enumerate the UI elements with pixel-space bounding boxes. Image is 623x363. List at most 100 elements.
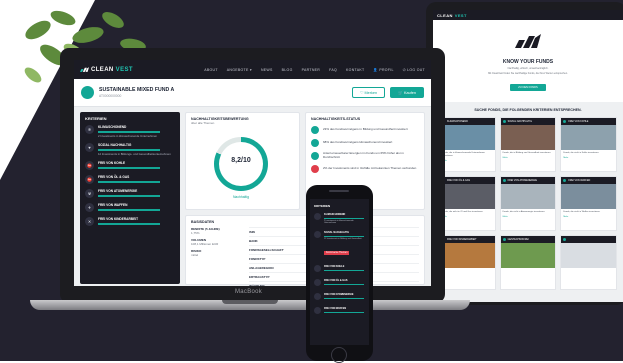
criterion-icon: ⛔ <box>85 175 94 184</box>
status-item: 68% des Fondsvermögens klimaschonend inv… <box>311 139 419 147</box>
rating-card: NACHHALTIGKEITSBEWERTUNG über alle Theme… <box>185 112 300 210</box>
phone-criterion[interactable]: FREI VON WAFFEN <box>314 307 365 315</box>
nav-item-kontakt[interactable]: KONTAKT <box>346 68 364 72</box>
criteria-dot-icon <box>502 238 506 241</box>
criteria-card[interactable]: FREI VON KINDERARBEIT <box>439 235 496 290</box>
nav-item-news[interactable]: NEWS <box>261 68 273 72</box>
phone-criterion-icon <box>314 213 321 220</box>
criterion-bar <box>98 223 160 225</box>
sidebar-item[interactable]: ☢ FREI VON ATOMENERGIE <box>85 189 175 198</box>
hero-subtitle: Nachhaltig, ethisch, umweltverträglich. <box>507 67 549 70</box>
criteria-card-more-link[interactable]: Mehr <box>561 216 616 218</box>
status-icon <box>311 126 319 134</box>
criteria-card-more-link[interactable]: Mehr <box>501 157 556 159</box>
phone-criterion-bar <box>324 283 364 286</box>
criterion-name: FREI VON KOHLE <box>98 161 126 165</box>
criteria-dot-icon <box>502 120 506 123</box>
criteria-card[interactable]: FREI VON ÖL & GAS Fonds, die nicht in Öl … <box>439 176 496 231</box>
criteria-card-header <box>561 236 616 243</box>
criteria-card-text: Fonds, die nicht in Kohle investieren. <box>563 152 600 154</box>
criteria-section: SUCHE FONDS, DIE FOLGENDEN KRITERIEN ENT… <box>433 102 623 302</box>
criterion-icon: ✕ <box>85 217 94 226</box>
nav-item-angebote[interactable]: ANGEBOTE ▾ <box>227 68 252 72</box>
phone-speaker <box>329 190 349 192</box>
criterion-bar <box>98 131 160 133</box>
nav-item-faq[interactable]: FAQ <box>329 68 337 72</box>
criterion-bar <box>98 209 160 211</box>
criteria-dot-icon <box>563 120 567 123</box>
criteria-card-more-link[interactable]: Mehr <box>440 160 495 162</box>
nav-item-about[interactable]: ABOUT <box>204 68 218 72</box>
hero-button[interactable]: ZU DEN FONDS <box>510 84 546 92</box>
criteria-card[interactable]: FREI VON ATOMENERGIE Fonds, die nicht in … <box>499 176 557 231</box>
basics-label: WÄHRUNG <box>249 284 265 286</box>
criteria-card[interactable]: GENTECHNIKFREI <box>499 235 557 290</box>
phone-criterion-icon <box>314 265 321 273</box>
tablet-logo[interactable]: CLEAN VEST <box>437 13 467 18</box>
site-logo[interactable]: CLEAN VEST <box>80 67 133 73</box>
criteria-card-title: KLIMASCHONEND <box>447 120 468 123</box>
criteria-card-title: FREI VON ATOMENERGIE <box>507 179 537 182</box>
criterion-bar <box>98 181 160 183</box>
phone-criterion-name: FREI VON ÖL & GAS <box>324 279 348 283</box>
sidebar-item[interactable]: ⛔ FREI VON KOHLE <box>85 161 175 170</box>
sidebar-item[interactable]: ✈ FREI VON WAFFEN <box>85 203 175 212</box>
hero-description: Mit CleanVest finden Sie nachhaltige Fon… <box>488 72 568 76</box>
criteria-card-more-link[interactable]: Mehr <box>501 216 556 218</box>
status-text: Anteil erneuerbarer Energien im Fonds um… <box>323 151 404 159</box>
status-icon <box>311 165 319 173</box>
logout-link[interactable]: ⏻ LOG OUT <box>403 68 425 72</box>
nav-item-partner[interactable]: PARTNER <box>302 68 321 72</box>
sidebar-item[interactable]: ✕ FREI VON KINDERARBEIT <box>85 217 175 226</box>
criterion-name: FREI VON WAFFEN <box>98 203 128 207</box>
phone-criterion[interactable]: FREI VON ATOMENERGIE <box>314 293 365 301</box>
criteria-card-text: Fonds, die in Bildung und Gesundheit inv… <box>502 152 551 154</box>
criteria-dot-icon <box>502 179 506 182</box>
criteria-card-more-link[interactable]: Mehr <box>440 216 495 218</box>
phone-criterion[interactable]: FREI VON KOHLE <box>314 265 365 273</box>
basics-label: BANK <box>249 239 258 243</box>
sidebar-item[interactable]: ❄ KLIMASCHONEND 2 Investments in klimascho… <box>85 125 175 138</box>
buy-button[interactable]: 🛒 Kaufen <box>390 87 424 98</box>
criteria-card[interactable]: KLIMASCHONEND Fonds, die in klimaschonend… <box>439 117 496 172</box>
criteria-dot-icon <box>563 179 567 182</box>
criteria-card[interactable]: SOZIAL NACHHALTIG Fonds, die in Bildung u… <box>499 117 557 172</box>
fund-isin: AT0000000000 <box>99 94 122 98</box>
sidebar-item[interactable]: ♥ SOZIAL NACHHALTIG 12 Investments in Bild… <box>85 143 175 156</box>
phone-criterion[interactable]: FREI VON ÖL & GAS <box>314 279 365 287</box>
criterion-name: FREI VON KINDERARBEIT <box>98 217 139 221</box>
sidebar-item[interactable]: ⛔ FREI VON ÖL & GAS <box>85 175 175 184</box>
nav-item-blog[interactable]: BLOG <box>282 68 293 72</box>
status-text: 2% der Investments sind in Vorfälle mit … <box>323 166 417 171</box>
criteria-card-header: KLIMASCHONEND <box>440 118 495 125</box>
criteria-grid: KLIMASCHONEND Fonds, die in klimaschonend… <box>439 117 617 290</box>
criteria-card-title: GENTECHNIKFREI <box>507 238 529 241</box>
watch-button[interactable]: ♡ Merken <box>352 87 386 98</box>
phone-screen: KRITERIEN KLIMASCHONEND 2 Investments in … <box>310 199 369 345</box>
criteria-card[interactable]: FREI VON WAFFEN Fonds, die nicht in Waffe… <box>560 176 617 231</box>
criteria-card[interactable] <box>560 235 617 290</box>
criteria-card-title: FREI VON WAFFEN <box>568 179 591 182</box>
phone-criterion[interactable]: SOZIAL NACHHALTIG 12 Investments in Bildu… <box>314 231 365 258</box>
profile-link[interactable]: 👤 PROFIL <box>373 68 393 72</box>
criteria-card-more-link[interactable]: Mehr <box>561 157 616 159</box>
criterion-bar <box>98 195 160 197</box>
status-item: 2% der Investments sind in Vorfälle mit … <box>311 165 419 173</box>
criteria-card-image <box>561 125 616 150</box>
status-text: 23% des Fondsvermögens in Bildung und Ge… <box>323 127 408 132</box>
basics-title: BASISDATEN <box>191 220 215 224</box>
criteria-card-text: Fonds, die nicht in Öl und Gas investier… <box>442 211 484 213</box>
rating-subtitle: über alle Themen <box>191 121 215 125</box>
criterion-icon: ♥ <box>85 143 94 152</box>
phone-criterion-name: FREI VON ATOMENERGIE <box>324 293 354 297</box>
criteria-card-image <box>440 125 495 150</box>
criteria-card-header: GENTECHNIKFREI <box>500 236 556 243</box>
phone-criterion[interactable]: KLIMASCHONEND 2 Investments in klimaschon… <box>314 213 365 224</box>
criteria-card[interactable]: FREI VON KOHLE Fonds, die nicht in Kohle … <box>560 117 617 172</box>
basics-label: ERTRAGSTYP <box>249 275 270 279</box>
criterion-desc: 12 Investments in Bildungs- und Gesundhe… <box>98 152 171 156</box>
logo-icon <box>80 67 89 72</box>
phone-criterion-bar <box>324 269 364 272</box>
phone-criterion-desc: 2 Investments in klimaschonende Unterneh… <box>324 220 354 225</box>
criterion-name: FREI VON ATOMENERGIE <box>98 189 138 193</box>
